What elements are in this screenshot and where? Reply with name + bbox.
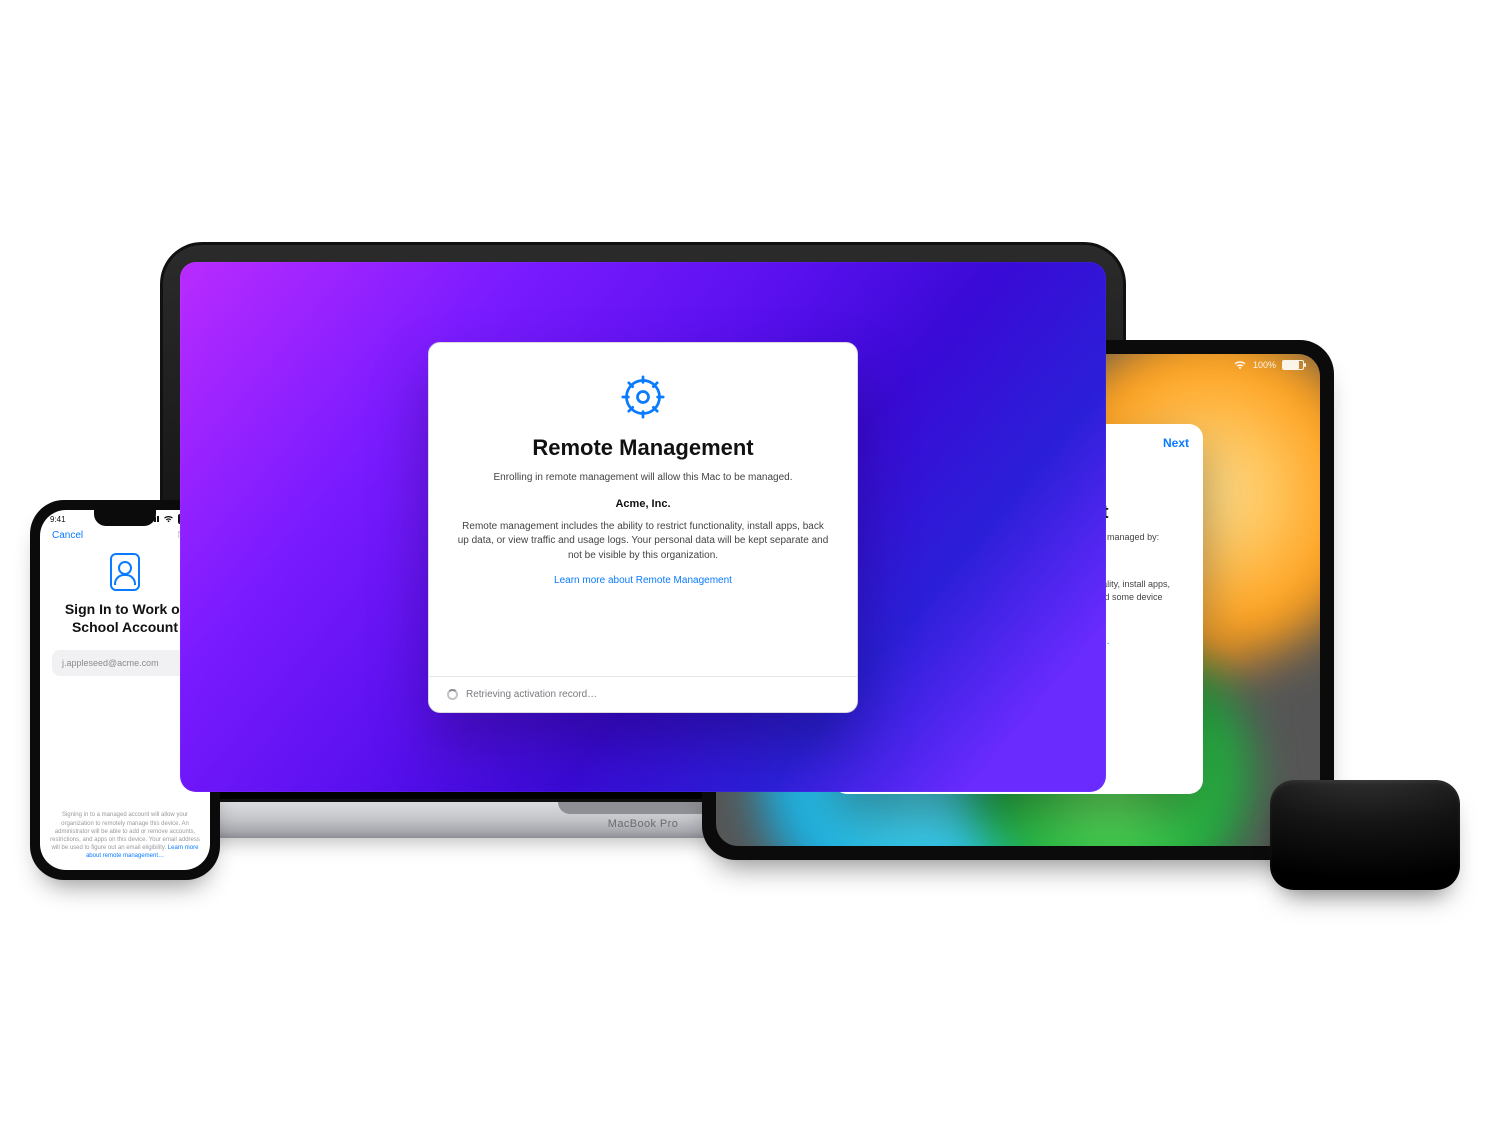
window-title: Remote Management <box>457 435 829 461</box>
email-placeholder: j.appleseed@acme.com <box>62 658 159 668</box>
macbook-lid: Remote Management Enrolling in remote ma… <box>160 242 1126 802</box>
learn-more-link[interactable]: Learn more about Remote Management <box>457 575 829 586</box>
window-body: Remote management includes the ability t… <box>457 520 829 564</box>
wifi-icon <box>163 515 174 523</box>
signin-footnote: Signing in to a managed account will all… <box>40 803 210 870</box>
footer-status: Retrieving activation record… <box>466 689 597 700</box>
window-footer: Retrieving activation record… <box>429 676 857 712</box>
macbook-brand-label: MacBook Pro <box>608 818 678 830</box>
macbook-device: Remote Management Enrolling in remote ma… <box>160 242 1126 838</box>
email-field[interactable]: j.appleseed@acme.com <box>52 650 198 676</box>
window-org: Acme, Inc. <box>457 498 829 510</box>
id-badge-icon <box>110 553 140 591</box>
battery-icon <box>1282 360 1304 370</box>
macbook-screen: Remote Management Enrolling in remote ma… <box>180 262 1106 792</box>
cancel-button[interactable]: Cancel <box>52 530 83 541</box>
wifi-icon <box>1233 360 1247 370</box>
apple-tv-device <box>1270 780 1460 890</box>
window-intro: Enrolling in remote management will allo… <box>457 471 829 486</box>
next-button[interactable]: Next <box>1163 436 1189 450</box>
device-lineup: Remote Management Enrolling in remote ma… <box>0 0 1500 1134</box>
gear-icon <box>621 375 665 419</box>
status-time: 9:41 <box>50 515 66 524</box>
remote-management-window: Remote Management Enrolling in remote ma… <box>428 342 858 713</box>
status-battery-percent: 100% <box>1253 360 1276 370</box>
cellular-icon <box>148 516 159 522</box>
spinner-icon <box>447 689 458 700</box>
